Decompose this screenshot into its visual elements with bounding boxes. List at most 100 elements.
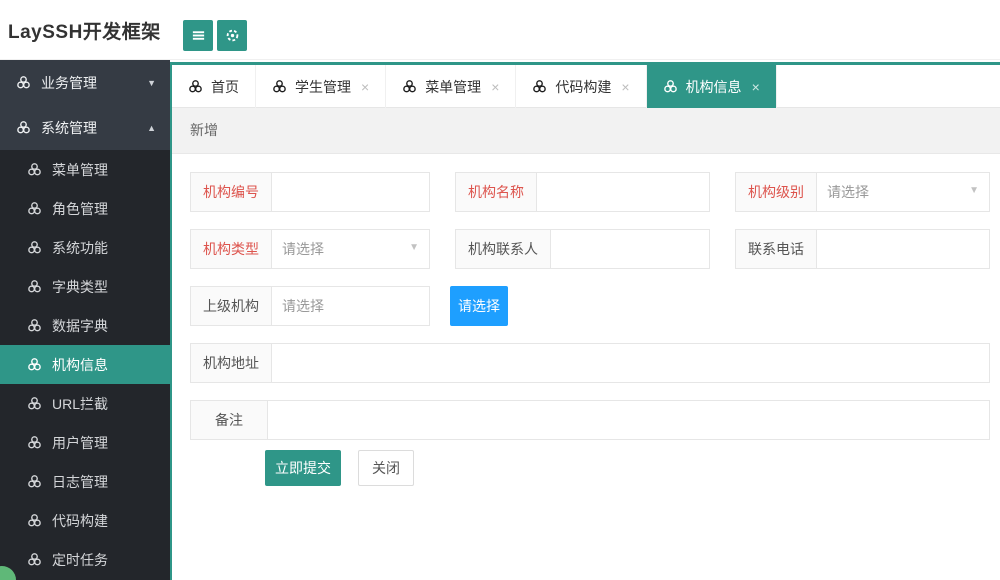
field-org-name: 机构名称 [455,172,710,212]
sidebar-group-0[interactable]: 业务管理▼ [0,60,170,105]
org-type-placeholder: 请选择 [282,239,324,259]
app-title: LaySSH开发框架 [8,17,161,44]
tab-bar: 首页 学生管理 × 菜单管理 × 代码构建 × 机构信息 × [172,62,1000,108]
sidebar-menu: 业务管理▼系统管理▲菜单管理角色管理系统功能字典类型数据字典机构信息URL拦截用… [0,60,170,579]
main-content: 首页学生管理×菜单管理×代码构建×机构信息× 新增 机构编号 机构名称 机构级别… [170,62,1000,580]
tri-circles-icon [27,357,42,372]
chevron-down-icon: ▼ [147,78,156,88]
sidebar-item[interactable]: 日志管理 [0,462,170,501]
sidebar-item[interactable]: 角色管理 [0,189,170,228]
tab-label: 学生管理 [295,77,351,97]
sidebar-item-label: 日志管理 [52,472,108,492]
tri-circles-icon [27,162,42,177]
org-type-select[interactable]: 请选择 ▼ [272,230,429,268]
tab-label: 首页 [211,77,239,97]
hamburger-icon [191,28,206,43]
tri-circles-icon [27,435,42,450]
tri-circles-icon [27,279,42,294]
tri-circles-icon [532,79,547,94]
remark-input[interactable] [268,401,989,439]
sidebar-item-label: 菜单管理 [52,160,108,180]
chevron-down-icon: ▼ [969,185,979,196]
org-code-input[interactable] [272,173,429,211]
tab[interactable]: 代码构建 × [516,65,646,108]
sidebar: 业务管理▼系统管理▲菜单管理角色管理系统功能字典类型数据字典机构信息URL拦截用… [0,60,170,580]
close-icon[interactable]: × [752,79,760,95]
field-parent-org: 上级机构 [190,286,430,326]
sidebar-item-label: 用户管理 [52,433,108,453]
org-contact-input[interactable] [551,230,709,268]
org-address-input[interactable] [272,344,989,382]
chevron-down-icon: ▼ [409,242,419,253]
close-icon[interactable]: × [361,79,369,95]
tab[interactable]: 机构信息 × [647,65,777,108]
sidebar-item-label: 角色管理 [52,199,108,219]
parent-org-pick-button[interactable]: 请选择 [450,286,508,326]
parent-org-input[interactable] [272,287,429,325]
tab-label: 代码构建 [555,77,611,97]
sidebar-item[interactable]: 代码构建 [0,501,170,540]
header: LaySSH开发框架 [0,0,1000,60]
sidebar-item[interactable]: URL拦截 [0,384,170,423]
tab-label: 菜单管理 [425,77,481,97]
tri-circles-icon [27,318,42,333]
field-org-code: 机构编号 [190,172,430,212]
sidebar-item[interactable]: 菜单管理 [0,150,170,189]
tri-circles-icon [27,513,42,528]
menu-toggle-button[interactable] [183,20,213,51]
close-icon[interactable]: × [621,79,629,95]
close-icon[interactable]: × [491,79,499,95]
field-contact-phone: 联系电话 [735,229,990,269]
org-level-placeholder: 请选择 [827,182,869,202]
org-contact-label: 机构联系人 [456,230,550,268]
field-remark: 备注 [190,400,990,440]
org-code-label: 机构编号 [191,173,271,211]
tri-circles-icon [188,79,203,94]
org-level-select[interactable]: 请选择 ▼ [817,173,989,211]
field-org-contact: 机构联系人 [455,229,710,269]
remark-label: 备注 [191,401,267,439]
sidebar-item-label: 机构信息 [52,355,108,375]
tab-label: 机构信息 [686,77,742,97]
tri-circles-icon [27,201,42,216]
sidebar-item-label: URL拦截 [52,394,108,414]
tri-circles-icon [27,474,42,489]
field-org-address: 机构地址 [190,343,990,383]
org-type-label: 机构类型 [191,230,271,268]
tri-circles-icon [663,79,678,94]
contact-phone-input[interactable] [817,230,989,268]
sidebar-item-label: 数据字典 [52,316,108,336]
sidebar-item[interactable]: 系统功能 [0,228,170,267]
org-name-input[interactable] [537,173,709,211]
tri-circles-icon [402,79,417,94]
tab[interactable]: 学生管理 × [256,65,386,108]
sidebar-item[interactable]: 机构信息 [0,345,170,384]
life-ring-icon [225,28,240,43]
sidebar-item-label: 定时任务 [52,550,108,570]
sidebar-item[interactable]: 字典类型 [0,267,170,306]
sidebar-group-1[interactable]: 系统管理▲ [0,105,170,150]
submit-button[interactable]: 立即提交 [265,450,341,486]
tri-circles-icon [16,120,31,135]
field-org-type: 机构类型 请选择 ▼ [190,229,430,269]
field-org-level: 机构级别 请选择 ▼ [735,172,990,212]
tri-circles-icon [272,79,287,94]
contact-phone-label: 联系电话 [736,230,816,268]
close-button[interactable]: 关闭 [358,450,414,486]
tri-circles-icon [16,75,31,90]
tri-circles-icon [27,240,42,255]
chevron-up-icon: ▲ [147,123,156,133]
sidebar-item[interactable]: 定时任务 [0,540,170,579]
org-address-label: 机构地址 [191,344,271,382]
tab[interactable]: 菜单管理 × [386,65,516,108]
sidebar-item[interactable]: 数据字典 [0,306,170,345]
sidebar-item-label: 系统功能 [52,238,108,258]
org-name-label: 机构名称 [456,173,536,211]
sidebar-item[interactable]: 用户管理 [0,423,170,462]
app-window: LaySSH开发框架 业务管理▼系统管理▲菜单管理角色管理系统功能字典类型数据字… [0,0,1000,580]
theme-button[interactable] [217,20,247,51]
sidebar-group-label: 业务管理 [41,73,147,93]
tri-circles-icon [27,396,42,411]
tab[interactable]: 首页 [172,65,256,108]
parent-org-label: 上级机构 [191,287,271,325]
